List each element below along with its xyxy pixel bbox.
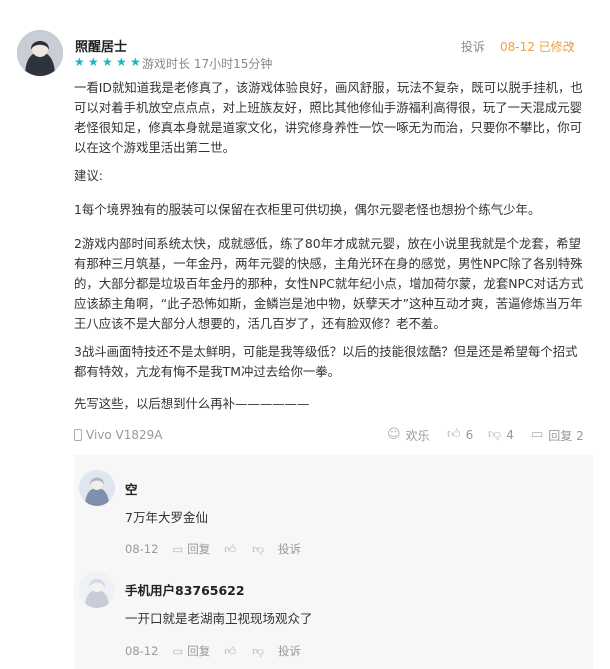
replies-panel: [74, 455, 593, 669]
reply-button[interactable]: 回复: [187, 541, 210, 557]
review-paragraph: 1每个境界独有的服装可以保留在衣柜里可供切换，偶尔元婴老怪也想扮个练气少年。: [74, 202, 541, 217]
reply-meta: 08-12 ▭ 回复 👍︎ 👎︎ 投诉: [125, 541, 301, 557]
reviewer-name[interactable]: 照醒居士: [75, 36, 127, 55]
report-button[interactable]: 投诉: [278, 643, 301, 659]
report-button[interactable]: 投诉: [278, 541, 301, 557]
dislike-count: 4: [506, 428, 514, 442]
device-info: Vivo V1829A: [74, 427, 163, 443]
star-icon: ★: [88, 55, 99, 69]
like-count: 6: [465, 428, 474, 442]
report-button[interactable]: 投诉: [461, 38, 485, 55]
thumbs-up-icon[interactable]: 👍︎: [224, 644, 236, 659]
review-paragraph: 先写这些，以后想到什么再补——————: [74, 396, 310, 411]
dislike-button[interactable]: 👎︎ 4: [488, 427, 514, 443]
playtime-label: 游戏时长 17小时15分钟: [142, 57, 273, 71]
review-paragraph: 一看ID就知道我是老修真了，该游戏体验良好，画风舒服，玩法不复杂，既可以脱手挂机…: [74, 80, 583, 155]
star-icon: ★: [102, 55, 113, 69]
reply-avatar[interactable]: [79, 470, 115, 506]
comment-icon: ▭: [172, 542, 184, 556]
reply-count: 回复 2: [548, 428, 584, 443]
reply-date: 08-12: [125, 644, 159, 658]
thumbs-down-icon[interactable]: 👎︎: [252, 644, 264, 659]
comment-icon: ▭: [531, 427, 544, 442]
modified-date[interactable]: 08-12 已修改: [500, 38, 575, 55]
thumbs-down-icon: 👎︎: [488, 427, 502, 442]
reviewer-avatar[interactable]: [17, 30, 63, 76]
phone-icon: [74, 429, 82, 441]
thumbs-up-icon[interactable]: 👍︎: [224, 542, 236, 557]
reply-meta: 08-12 ▭ 回复 👍︎ 👎︎ 投诉: [125, 643, 301, 659]
reply-date: 08-12: [125, 542, 159, 556]
rating-stars: ★ ★ ★ ★ ★: [74, 56, 143, 69]
star-icon: ★: [116, 55, 127, 69]
happy-button[interactable]: ☺ 欢乐: [387, 427, 430, 443]
happy-label: 欢乐: [405, 428, 430, 443]
review-paragraph: 3战斗画面特技还不是太鲜明，可能是我等级低？以后的技能很炫酷？但是还是希望每个招…: [74, 344, 578, 379]
review-paragraph: 建议:: [74, 168, 103, 183]
reply-text: 7万年大罗金仙: [125, 510, 208, 525]
reply-author[interactable]: 手机用户83765622: [125, 580, 245, 599]
reply-text: 一开口就是老湖南卫视现场观众了: [125, 611, 313, 626]
like-button[interactable]: 👍︎ 6: [447, 427, 473, 443]
comment-icon: ▭: [172, 644, 184, 658]
reply-button[interactable]: ▭ 回复 2: [531, 427, 584, 443]
thumbs-down-icon[interactable]: 👎︎: [252, 542, 264, 557]
chevron-right-icon[interactable]: ›: [570, 37, 575, 51]
smile-icon: ☺: [387, 427, 401, 442]
reply-avatar[interactable]: [79, 572, 115, 608]
reply-author[interactable]: 空: [125, 479, 138, 498]
star-icon: ★: [74, 55, 85, 69]
device-label: Vivo V1829A: [86, 428, 163, 442]
reply-button[interactable]: 回复: [187, 643, 210, 659]
review-paragraph: 2游戏内部时间系统太快，成就感低，练了80年才成就元婴，放在小说里我就是个龙套，…: [74, 236, 584, 331]
thumbs-up-icon: 👍︎: [447, 427, 461, 442]
